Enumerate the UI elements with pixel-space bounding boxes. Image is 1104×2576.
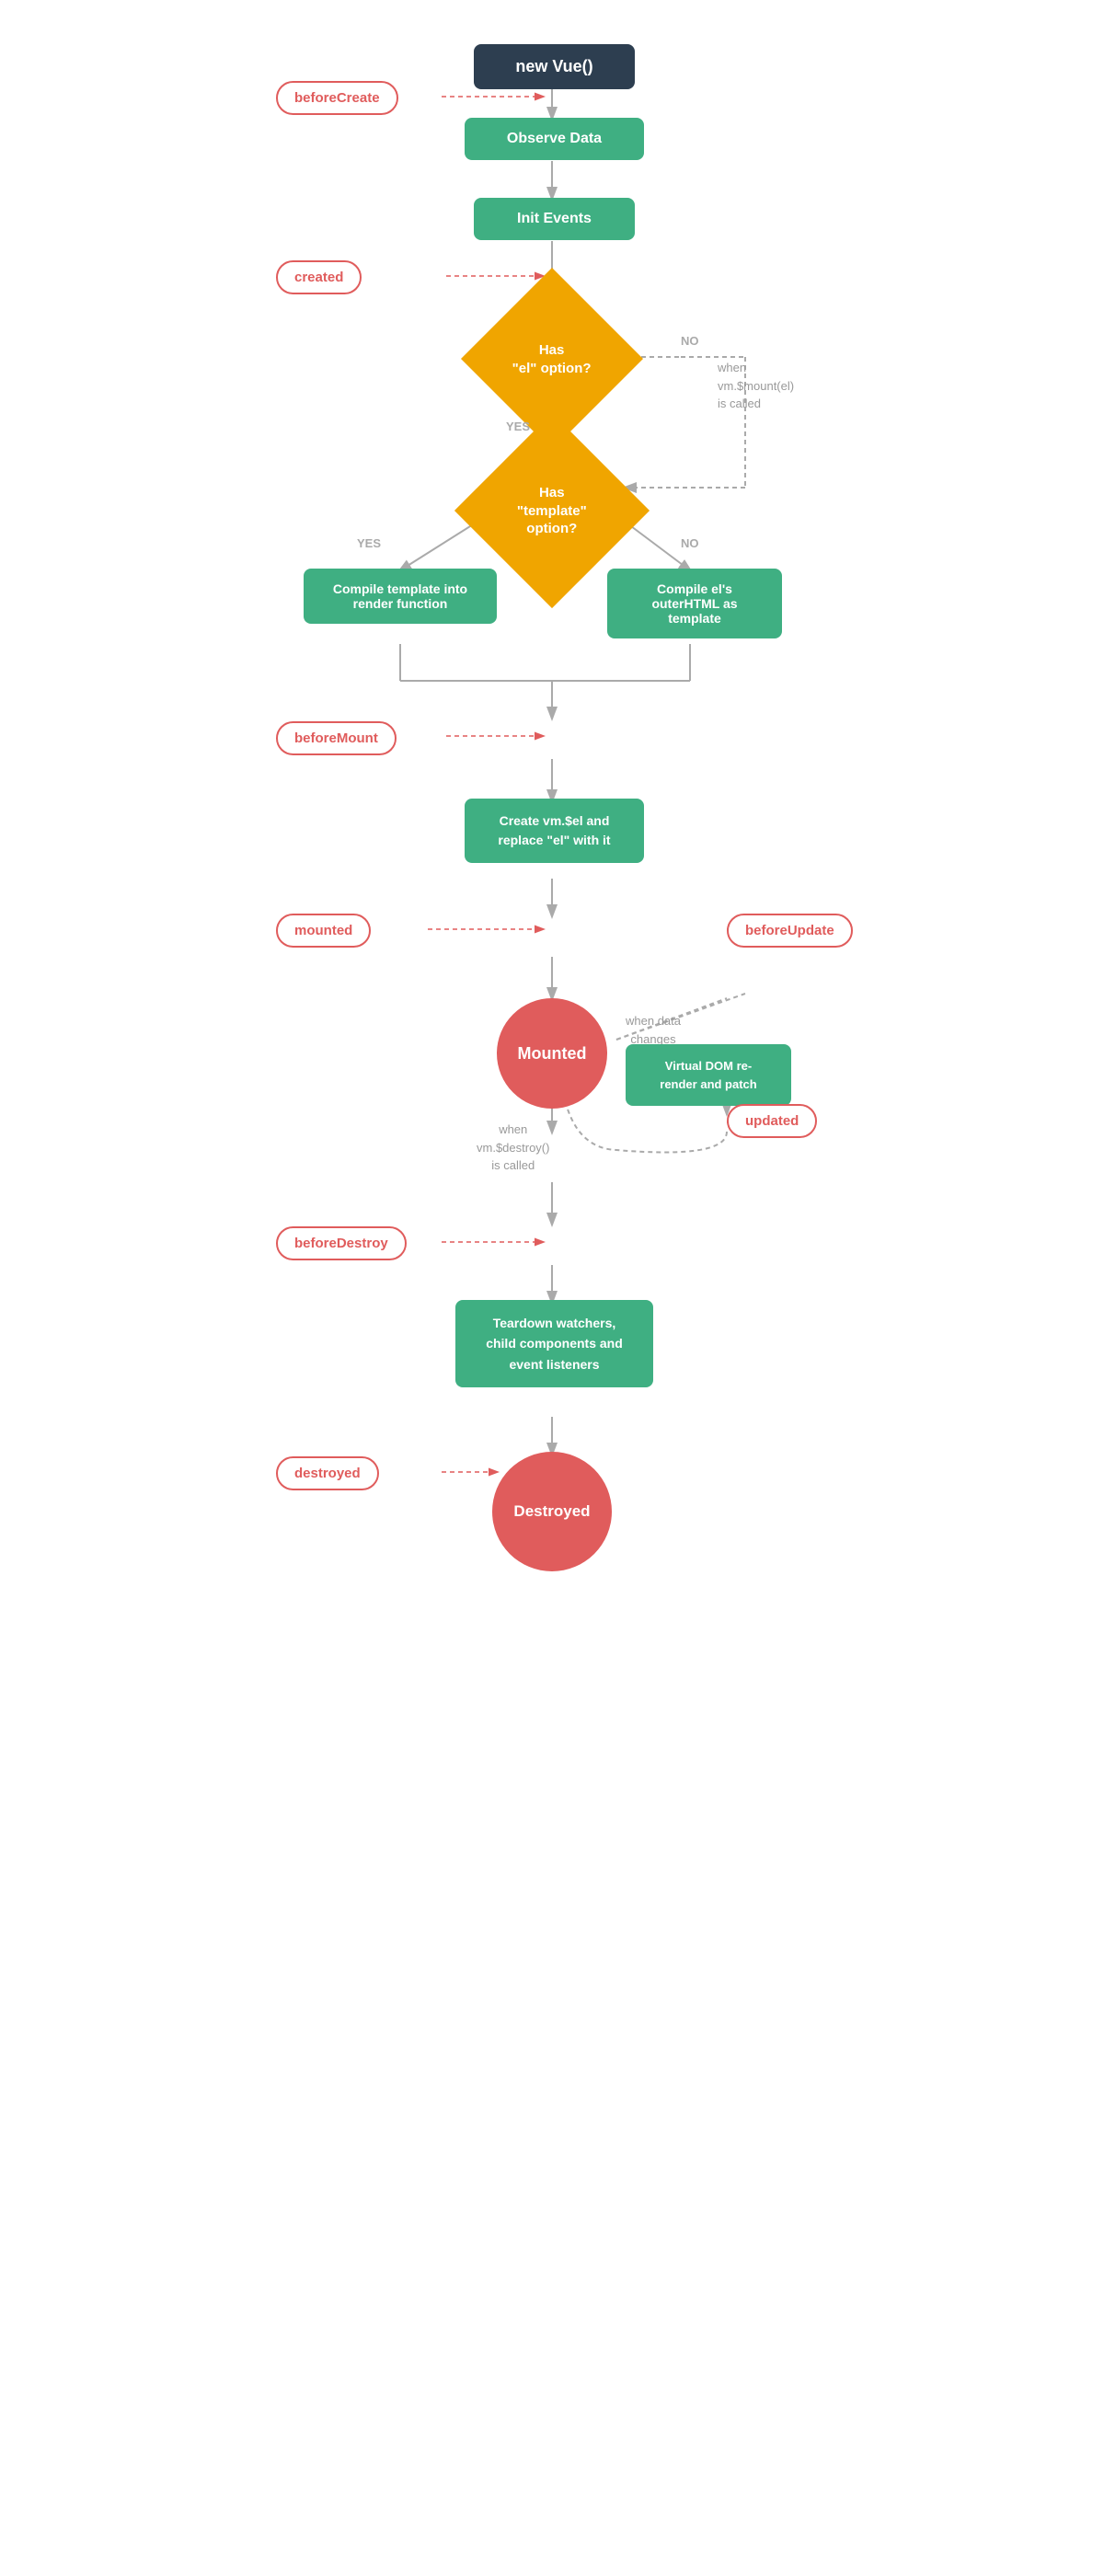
observe-data-box: Observe Data — [465, 118, 644, 160]
compile-el-box: Compile el's outerHTML as template — [607, 569, 782, 638]
yes-label-el: YES — [506, 419, 530, 435]
teardown-box: Teardown watchers, child components and … — [455, 1300, 653, 1387]
created-label: created — [276, 260, 362, 294]
has-template-diamond: Has "template" option? — [483, 442, 621, 580]
new-vue-box: new Vue() — [474, 44, 635, 89]
init-events-label: Init Events — [474, 198, 635, 240]
yes-label-template: YES — [357, 535, 381, 552]
when-destroy-note: whenvm.$destroy()is called — [477, 1121, 549, 1175]
virtual-dom-box: Virtual DOM re-render and patch — [626, 994, 791, 1106]
mounted-lifecycle-label: mounted — [276, 914, 371, 948]
compile-template-box: Compile template into render function — [304, 569, 497, 624]
no-label-el: NO — [681, 333, 699, 350]
has-el-diamond: Has "el" option? — [488, 294, 616, 423]
new-vue-label: new Vue() — [474, 44, 635, 89]
teardown-label: Teardown watchers, child components and … — [455, 1300, 653, 1387]
no-label-template: NO — [681, 535, 699, 552]
compile-template-label: Compile template into render function — [304, 569, 497, 624]
before-destroy-label: beforeDestroy — [276, 1226, 407, 1260]
before-mount-label: beforeMount — [276, 721, 397, 755]
updated-label: updated — [727, 1104, 817, 1138]
destroyed-circle: Destroyed — [492, 1452, 612, 1571]
destroyed-circle-label: Destroyed — [492, 1452, 612, 1571]
mounted-circle: Mounted — [497, 998, 607, 1109]
compile-el-label: Compile el's outerHTML as template — [607, 569, 782, 638]
create-el-box: Create vm.$el and replace "el" with it — [465, 799, 644, 863]
virtual-dom-label: Virtual DOM re-render and patch — [626, 1044, 791, 1106]
destroyed-lifecycle-label: destroyed — [276, 1456, 379, 1490]
init-events-box: Init Events — [474, 198, 635, 240]
when-mount-note: whenvm.$mount(el)is called — [718, 359, 794, 413]
observe-data-label: Observe Data — [465, 118, 644, 160]
mounted-circle-label: Mounted — [497, 998, 607, 1109]
create-el-label: Create vm.$el and replace "el" with it — [465, 799, 644, 863]
before-create-label: beforeCreate — [276, 81, 398, 115]
before-update-label: beforeUpdate — [727, 914, 853, 948]
